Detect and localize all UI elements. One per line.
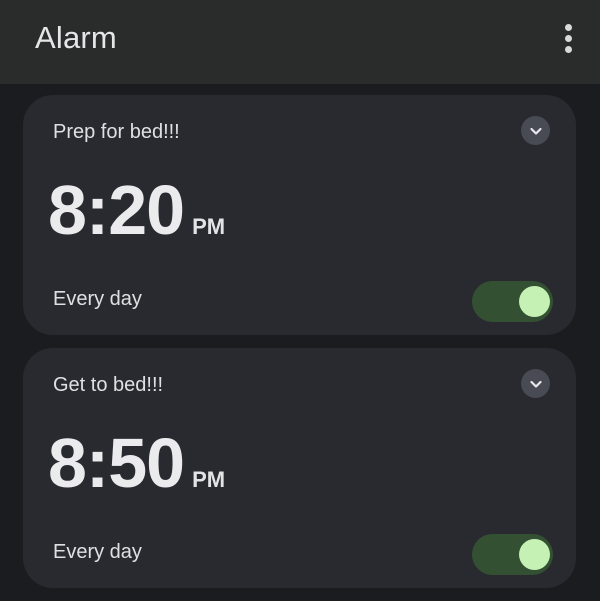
- alarm-ampm: PM: [192, 467, 226, 492]
- alarm-repeat-schedule: Every day: [53, 541, 142, 563]
- toggle-thumb: [519, 286, 550, 317]
- alarm-label[interactable]: Get to bed!!!: [53, 374, 163, 397]
- more-options-button[interactable]: [552, 20, 584, 56]
- chevron-down-icon: [529, 127, 542, 135]
- more-vert-icon-dot: [564, 45, 572, 53]
- alarm-card[interactable]: Get to bed!!! 8:50 PM Every day: [23, 348, 576, 588]
- alarm-time: 8:50: [48, 424, 185, 502]
- chevron-down-icon: [529, 380, 542, 388]
- alarm-card[interactable]: Prep for bed!!! 8:20 PM Every day: [23, 95, 576, 335]
- expand-alarm-button[interactable]: [521, 369, 550, 398]
- toggle-thumb: [519, 539, 550, 570]
- more-vert-icon: [564, 23, 572, 31]
- alarm-time-button[interactable]: 8:20 PM: [48, 175, 225, 245]
- more-vert-icon-dot: [564, 34, 572, 42]
- alarm-time-button[interactable]: 8:50 PM: [48, 428, 225, 498]
- alarm-ampm: PM: [192, 214, 226, 239]
- alarm-time: 8:20: [48, 171, 185, 249]
- alarm-label[interactable]: Prep for bed!!!: [53, 121, 180, 144]
- alarm-repeat-schedule: Every day: [53, 288, 142, 310]
- expand-alarm-button[interactable]: [521, 116, 550, 145]
- page-title: Alarm: [35, 20, 117, 55]
- app-bar: Alarm: [0, 0, 600, 84]
- alarm-enable-toggle[interactable]: [472, 534, 553, 575]
- alarm-enable-toggle[interactable]: [472, 281, 553, 322]
